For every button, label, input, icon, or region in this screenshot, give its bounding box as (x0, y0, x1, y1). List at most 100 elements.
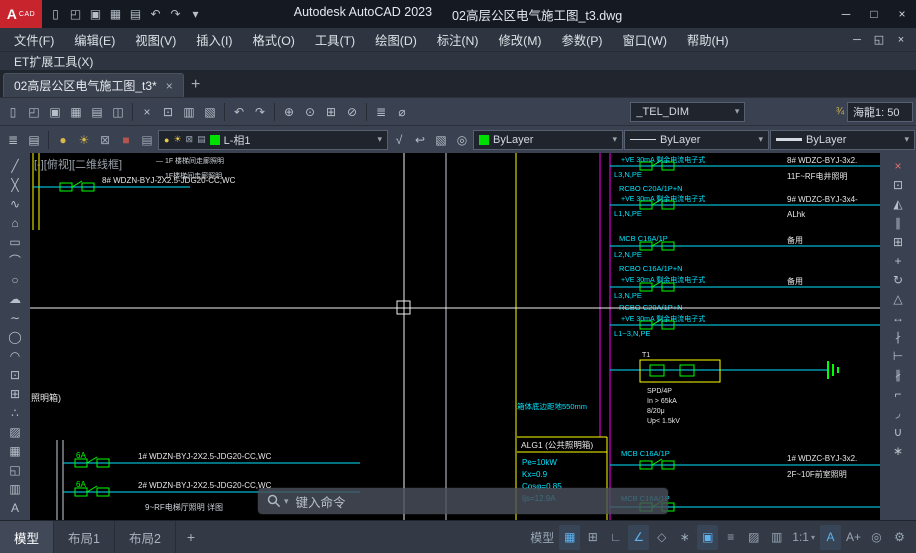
redo-icon[interactable]: ↷ (250, 101, 270, 123)
paste-icon[interactable]: ▥ (179, 101, 199, 123)
drawing-text[interactable]: 8/20μ (647, 408, 665, 415)
drawing-text[interactable]: 6A (76, 480, 86, 489)
object-snap-tracking-icon[interactable]: ∗ (674, 525, 695, 550)
copy-icon[interactable]: ⊡ (158, 101, 178, 123)
stretch-icon[interactable]: ↔ (887, 308, 909, 327)
menu-item-2[interactable]: 视图(V) (125, 28, 186, 52)
new-file-icon[interactable]: ▯ (46, 4, 65, 24)
drawing-text[interactable]: T1 (642, 352, 650, 359)
drawing-text[interactable]: +VE 30mA 剩余电流电子式 (621, 314, 705, 323)
annotation-visibility-icon[interactable]: A (820, 525, 841, 550)
linetype-dropdown[interactable]: ByLayer▾ (624, 130, 769, 150)
drawing-text[interactable]: 1# WDZN-BYJ-2X2.5-JDG20-CC,WC (138, 452, 272, 461)
save-icon[interactable]: ▣ (45, 101, 65, 123)
minimize-button[interactable]: ─ (832, 0, 860, 28)
breaker-symbol[interactable] (60, 181, 94, 191)
menu-item-9[interactable]: 参数(P) (552, 28, 613, 52)
drawing-text[interactable]: 8# WDZN-BYJ-2X2.5-JDG20-CC,WC (102, 176, 236, 185)
drawing-text[interactable]: ALG1 (公共照明箱) (521, 440, 593, 450)
circle-icon[interactable]: ○ (4, 270, 26, 289)
array-icon[interactable]: ⊞ (887, 232, 909, 251)
layer-isolate-icon[interactable]: ◎ (452, 129, 472, 151)
model-paper-toggle[interactable]: 模型 (527, 525, 557, 550)
drawing-text[interactable]: SPD/4P (647, 388, 672, 395)
drawing-text[interactable]: 2F~10F前室照明 (787, 469, 847, 479)
drawing-text[interactable]: 9# WDZC-BYJ-3x4- (787, 195, 858, 204)
join-icon[interactable]: ∪ (887, 422, 909, 441)
new-layout-button[interactable]: + (176, 521, 206, 553)
drawing-text[interactable]: 9~RF电梯厅照明 详图 (145, 502, 223, 512)
drawing-text[interactable]: 2# WDZN-BYJ-2X2.5-JDG20-CC,WC (138, 481, 272, 490)
close-tab-icon[interactable]: × (166, 79, 173, 93)
scale-tool-icon[interactable]: ¾ (834, 101, 846, 123)
drawing-text[interactable]: 备用 (787, 235, 803, 245)
rectangle-icon[interactable]: ▭ (4, 232, 26, 251)
construction-line-icon[interactable]: ╳ (4, 175, 26, 194)
close-button[interactable]: × (888, 0, 916, 28)
menu-item-1[interactable]: 编辑(E) (64, 28, 125, 52)
layout-tab-2[interactable]: 布局2 (115, 521, 176, 553)
menu-item-7[interactable]: 标注(N) (427, 28, 489, 52)
layer-color-icon[interactable]: ■ (116, 129, 136, 151)
drawing-text[interactable]: Pe=10kW (522, 458, 557, 467)
measure-icon[interactable]: ⌀ (392, 101, 412, 123)
undo-icon[interactable]: ↶ (146, 4, 165, 24)
drawing-svg[interactable]: — 1F 楼梯间走廊照明— 1F楼梯间走廊照明8# WDZN-BYJ-2X2.5… (30, 153, 880, 520)
drawing-text[interactable]: 8# WDZC-BYJ-3x2. (787, 156, 857, 165)
drawing-text[interactable]: L1,N,PE (614, 209, 642, 218)
viewport-controls[interactable]: [-][俯视][二维线框] (34, 156, 122, 172)
region-icon[interactable]: ◱ (4, 460, 26, 479)
layer-filter-icon[interactable]: ▤ (24, 129, 44, 151)
scale-icon[interactable]: △ (887, 289, 909, 308)
drawing-text[interactable]: L1~3,N,PE (614, 329, 650, 338)
ellipse-arc-icon[interactable]: ◠ (4, 346, 26, 365)
make-block-icon[interactable]: ⊞ (4, 384, 26, 403)
insert-block-icon[interactable]: ⊡ (4, 365, 26, 384)
layer-dropdown[interactable]: ●☀⊠▤L-相1▾ (158, 130, 388, 150)
drawing-text[interactable]: — 1F 楼梯间走廊照明 (156, 156, 224, 165)
open-folder-icon[interactable]: ◰ (66, 4, 85, 24)
menu-item-et-tools[interactable]: ET扩展工具(X) (6, 53, 101, 70)
spline-icon[interactable]: ∼ (4, 308, 26, 327)
open-folder-icon[interactable]: ◰ (24, 101, 44, 123)
drawing-text[interactable]: RCBO C16A/1P+N (619, 264, 683, 273)
match-properties-icon[interactable]: ▧ (200, 101, 220, 123)
new-tab-button[interactable]: + (184, 73, 208, 97)
drawing-text[interactable]: 6A (76, 451, 86, 460)
command-input[interactable]: 键入命令 (296, 492, 346, 511)
trim-icon[interactable]: ∤ (887, 327, 909, 346)
drawing-text[interactable]: L3,N,PE (614, 170, 642, 179)
erase-icon[interactable]: × (887, 156, 909, 175)
make-current-icon[interactable]: √ (389, 129, 409, 151)
save-icon[interactable]: ▣ (86, 4, 105, 24)
doc-minimize-button[interactable]: ─ (846, 30, 868, 50)
mtext-icon[interactable]: A (4, 498, 26, 517)
drawing-text[interactable]: In > 65kA (647, 398, 677, 405)
drawing-text[interactable]: +VE 30mA 剩余电流电子式 (621, 155, 705, 164)
drawing-text[interactable]: Up< 1.5kV (647, 418, 680, 425)
selection-cycling-icon[interactable]: ▥ (766, 525, 787, 550)
layer-thaw-icon[interactable]: ☀ (74, 129, 94, 151)
drawing-text[interactable]: 1# WDZC-BYJ-3x2. (787, 454, 857, 463)
layer-plot-icon[interactable]: ▤ (137, 129, 157, 151)
drawing-text[interactable]: RCBO C20A/1P+N (619, 184, 683, 193)
color-dropdown[interactable]: ByLayer▾ (473, 130, 623, 150)
file-tab[interactable]: 02高层公区电气施工图_t3* × (3, 73, 184, 97)
line-tool-icon[interactable]: ╱ (4, 156, 26, 175)
drawing-text[interactable]: 箱体底边距地550mm (517, 401, 587, 411)
save-as-icon[interactable]: ▦ (66, 101, 86, 123)
menu-item-8[interactable]: 修改(M) (489, 28, 552, 52)
explode-icon[interactable]: ∗ (887, 441, 909, 460)
dimension-style-dropdown[interactable]: _TEL_DIM▾ (630, 102, 745, 122)
layout-tab-1[interactable]: 布局1 (54, 521, 115, 553)
layer-properties-icon[interactable]: ≣ (3, 129, 23, 151)
copy-object-icon[interactable]: ⊡ (887, 175, 909, 194)
drawing-canvas[interactable]: — 1F 楼梯间走廊照明— 1F楼梯间走廊照明8# WDZN-BYJ-2X2.5… (30, 153, 880, 520)
menu-item-11[interactable]: 帮助(H) (677, 28, 739, 52)
drawing-text[interactable]: 照明箱) (31, 392, 61, 403)
annotation-scale[interactable]: 1:1▾ (789, 525, 818, 550)
drawing-text[interactable]: Kx=0.9 (522, 470, 548, 479)
scale-tool-dropdown[interactable]: 海龍1: 50 (847, 102, 913, 122)
menu-item-0[interactable]: 文件(F) (4, 28, 64, 52)
gradient-icon[interactable]: ▦ (4, 441, 26, 460)
